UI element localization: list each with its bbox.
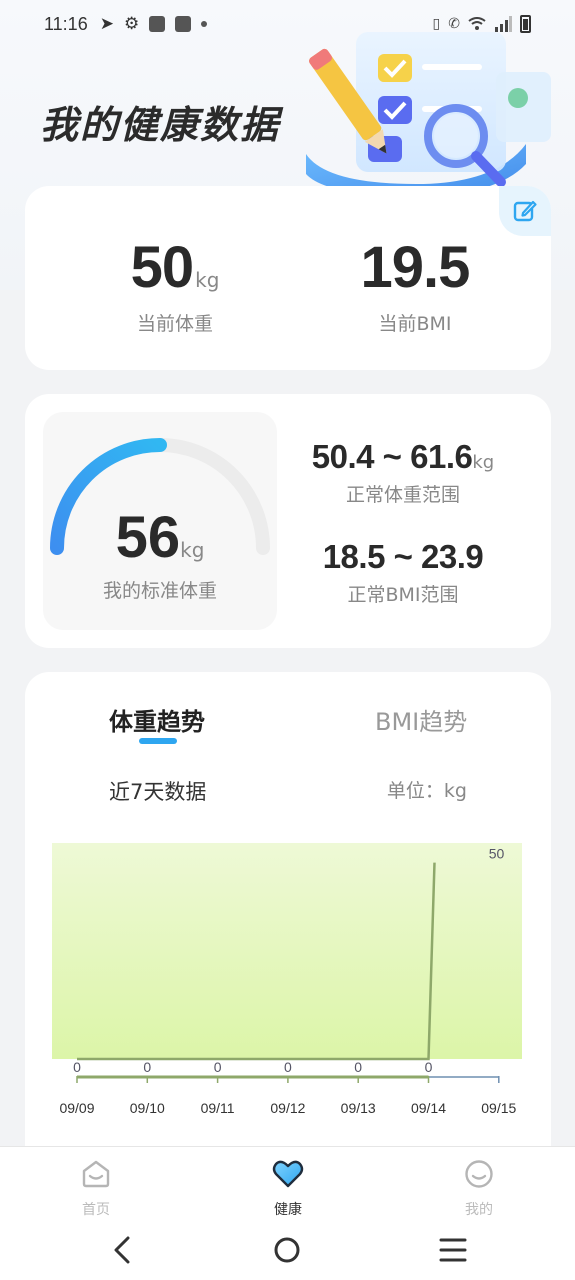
current-weight-unit: kg	[195, 268, 220, 292]
smile-icon	[465, 1160, 493, 1188]
data-label: 0	[214, 1059, 222, 1075]
gear-icon: ⚙	[123, 14, 140, 34]
normal-bmi-range-value: 18.5 ~ 23.9	[322, 538, 484, 575]
nav-mine-label: 我的	[465, 1202, 493, 1218]
x-tick-label: 09/11	[201, 1100, 235, 1116]
current-weight-label: 当前体重	[136, 313, 213, 335]
nav-health[interactable]: 健康	[243, 1159, 333, 1219]
data-label: 0	[284, 1059, 292, 1075]
normal-weight-range-label: 正常体重范围	[345, 484, 460, 506]
x-tick-label: 09/13	[341, 1100, 376, 1116]
tab-weight-trend[interactable]: 体重趋势	[109, 702, 205, 737]
weight-trend-chart: 09/09 09/10 09/11 09/12 09/13 09/14 09/15 0 0 0 0 0…	[52, 843, 522, 1116]
trend-card: 体重趋势 BMI趋势 近7天数据 单位：kg 09/09 09/10 09/11 09…	[25, 672, 551, 1192]
bag-icon	[149, 16, 166, 32]
nav-home-label: 首页	[82, 1202, 110, 1218]
x-tick-label: 09/15	[481, 1100, 516, 1116]
home-icon	[82, 1160, 110, 1188]
edit-icon	[513, 200, 537, 222]
back-icon[interactable]	[114, 1236, 130, 1264]
current-weight-value: 50	[130, 235, 195, 300]
data-label: 0	[143, 1059, 151, 1075]
current-bmi-value: 19.5	[360, 235, 471, 300]
x-tick-label: 09/09	[59, 1100, 94, 1116]
current-metrics-card: 50 kg 当前体重 19.5 当前BMI	[25, 186, 551, 370]
nav-health-label: 健康	[274, 1202, 302, 1218]
current-bmi: 19.5 当前BMI	[315, 234, 515, 336]
data-label: 0	[73, 1059, 81, 1075]
nav-home[interactable]: 首页	[51, 1159, 141, 1219]
current-bmi-label: 当前BMI	[378, 313, 452, 335]
standard-weight-unit: kg	[180, 538, 205, 562]
home-circle-icon[interactable]	[274, 1237, 300, 1263]
normal-bmi-range: 18.5 ~ 23.9 正常BMI范围	[283, 538, 523, 607]
heart-icon	[272, 1160, 304, 1188]
standard-weight-value: 56	[115, 505, 181, 570]
tab-bmi-trend[interactable]: BMI趋势	[375, 702, 467, 737]
status-notification-icons: ➤ ⚙	[100, 14, 208, 34]
normal-weight-range-unit: kg	[472, 452, 495, 473]
chart-area-fill	[52, 843, 522, 1059]
bag-icon-2	[175, 16, 192, 32]
page-title: 我的健康数据	[40, 103, 281, 147]
normal-bmi-range-label: 正常BMI范围	[347, 584, 459, 606]
standard-weight-gauge: 56kg 我的标准体重	[43, 412, 277, 630]
active-tab-indicator	[139, 738, 177, 744]
period-label: 近7天数据	[109, 780, 207, 804]
normal-weight-range: 50.4 ~ 61.6kg 正常体重范围	[283, 438, 523, 507]
system-navigation-bar	[114, 1236, 467, 1264]
data-label: 0	[354, 1059, 362, 1075]
current-weight: 50 kg 当前体重	[75, 234, 275, 336]
standard-weight: 56kg	[43, 504, 277, 571]
standard-weight-card: 56kg 我的标准体重 50.4 ~ 61.6kg 正常体重范围 18.5 ~ …	[25, 394, 551, 648]
normal-weight-range-value: 50.4 ~ 61.6	[311, 438, 473, 475]
x-tick-label: 09/10	[130, 1100, 165, 1116]
x-tick-label: 09/14	[411, 1100, 446, 1116]
health-data-illustration	[306, 32, 551, 194]
dot-icon	[201, 21, 208, 27]
send-icon: ➤	[99, 14, 114, 34]
standard-weight-label: 我的标准体重	[102, 580, 217, 602]
x-tick-label: 09/12	[270, 1100, 305, 1116]
nav-mine[interactable]: 我的	[434, 1159, 524, 1219]
data-label: 0	[425, 1059, 433, 1075]
status-time: 11:16	[44, 13, 88, 34]
edit-button[interactable]	[499, 186, 551, 236]
menu-icon[interactable]	[439, 1238, 467, 1262]
unit-label: 单位：kg	[386, 780, 467, 802]
data-label: 50	[489, 846, 505, 862]
